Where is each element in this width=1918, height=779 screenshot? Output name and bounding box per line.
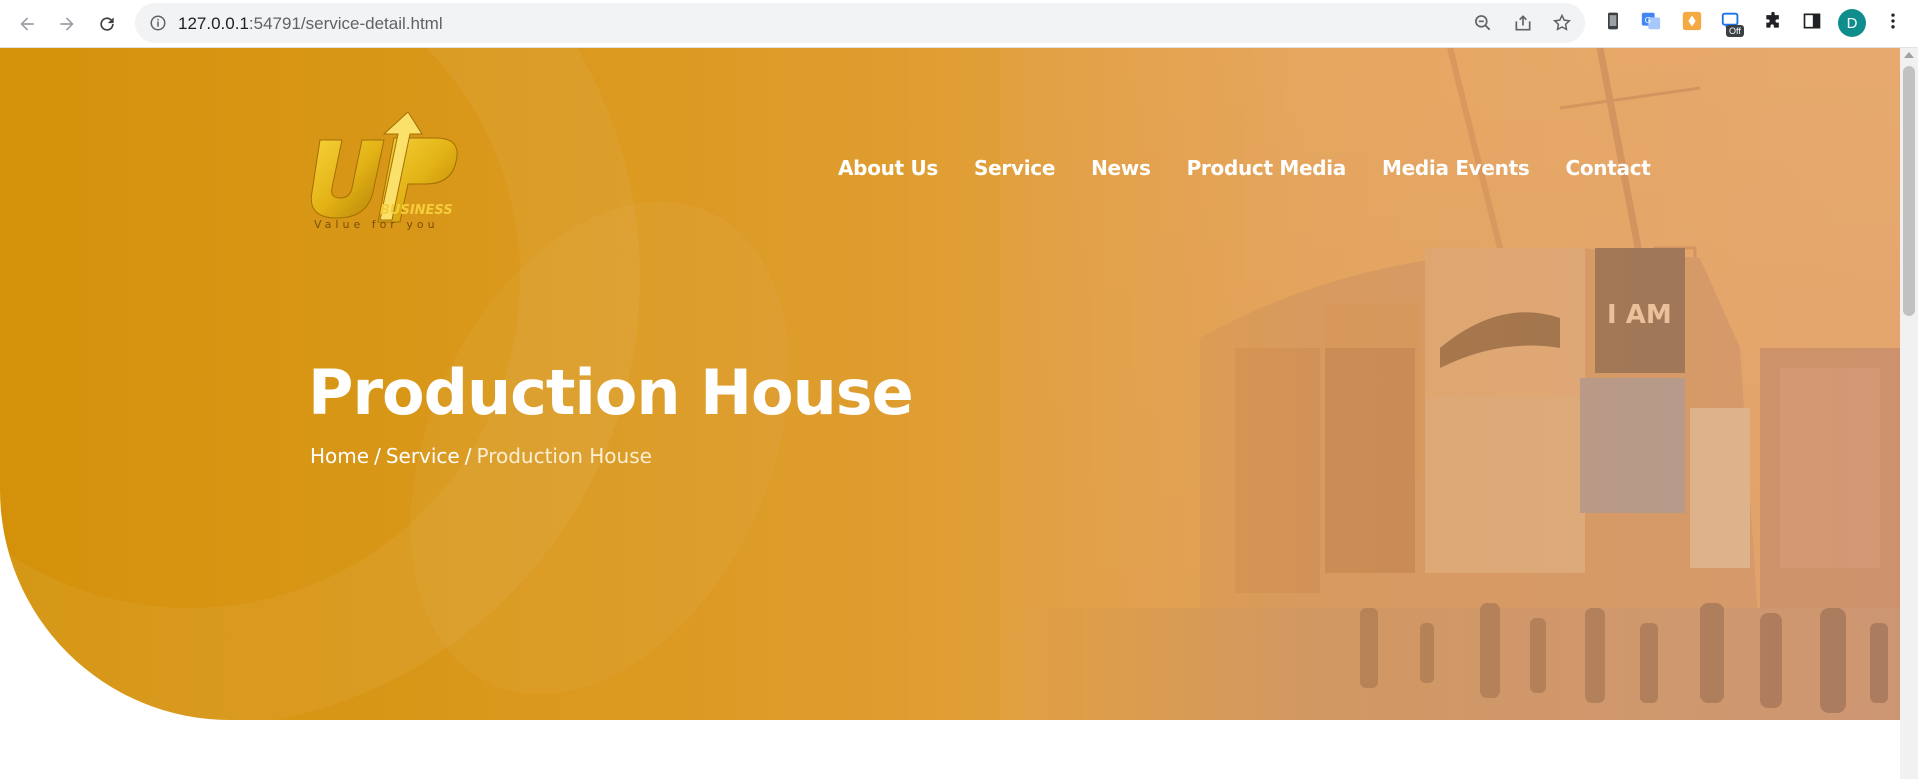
- breadcrumb-service-link[interactable]: Service: [386, 444, 460, 468]
- browser-toolbar: 127.0.0.1:54791/service-detail.html G Of…: [0, 0, 1918, 48]
- nav-contact[interactable]: Contact: [1565, 156, 1650, 180]
- svg-text:G: G: [1645, 15, 1651, 25]
- address-bar[interactable]: 127.0.0.1:54791/service-detail.html: [135, 3, 1585, 43]
- nav-product-media[interactable]: Product Media: [1187, 156, 1347, 180]
- zoom-out-icon[interactable]: [1473, 13, 1493, 33]
- back-icon[interactable]: [12, 9, 42, 39]
- nav-news[interactable]: News: [1091, 156, 1151, 180]
- breadcrumb: Home / Service / Production House: [310, 444, 652, 468]
- nav-service[interactable]: Service: [974, 156, 1055, 180]
- breadcrumb-separator: /: [464, 444, 472, 468]
- page-viewport: I AM: [0, 48, 1900, 779]
- scroll-up-arrow-icon[interactable]: [1904, 52, 1914, 58]
- page-scrollbar[interactable]: [1900, 48, 1918, 779]
- kebab-menu-icon[interactable]: [1882, 10, 1904, 32]
- scrollbar-thumb[interactable]: [1903, 66, 1915, 316]
- profile-avatar[interactable]: D: [1838, 9, 1866, 37]
- url-text[interactable]: 127.0.0.1:54791/service-detail.html: [178, 14, 443, 34]
- breadcrumb-home-link[interactable]: Home: [310, 444, 369, 468]
- share-icon[interactable]: [1513, 13, 1533, 33]
- svg-text:Value for you: Value for you: [314, 218, 439, 230]
- city-square-photo: I AM: [1000, 48, 1900, 720]
- site-info-icon[interactable]: [149, 14, 167, 32]
- page-title: Production House: [308, 356, 914, 429]
- main-navigation: About Us Service News Product Media Medi…: [838, 156, 1651, 180]
- brand-logo[interactable]: BUSINESS Value for you: [310, 110, 470, 230]
- extension-off-badge: Off: [1726, 25, 1744, 37]
- nav-media-events[interactable]: Media Events: [1382, 156, 1530, 180]
- svg-text:BUSINESS: BUSINESS: [380, 203, 453, 218]
- extensions-puzzle-icon[interactable]: [1762, 10, 1784, 32]
- hero-banner: I AM: [0, 48, 1900, 720]
- reload-icon[interactable]: [92, 9, 122, 39]
- breadcrumb-current: Production House: [476, 444, 652, 468]
- phone-extension-icon[interactable]: [1602, 10, 1624, 32]
- forward-icon[interactable]: [52, 9, 82, 39]
- amber-extension-icon[interactable]: [1681, 10, 1703, 32]
- nav-about-us[interactable]: About Us: [838, 156, 938, 180]
- side-panel-icon[interactable]: [1801, 10, 1823, 32]
- breadcrumb-separator: /: [374, 444, 381, 468]
- translate-extension-icon[interactable]: G: [1640, 10, 1662, 32]
- bookmark-star-icon[interactable]: [1552, 13, 1572, 33]
